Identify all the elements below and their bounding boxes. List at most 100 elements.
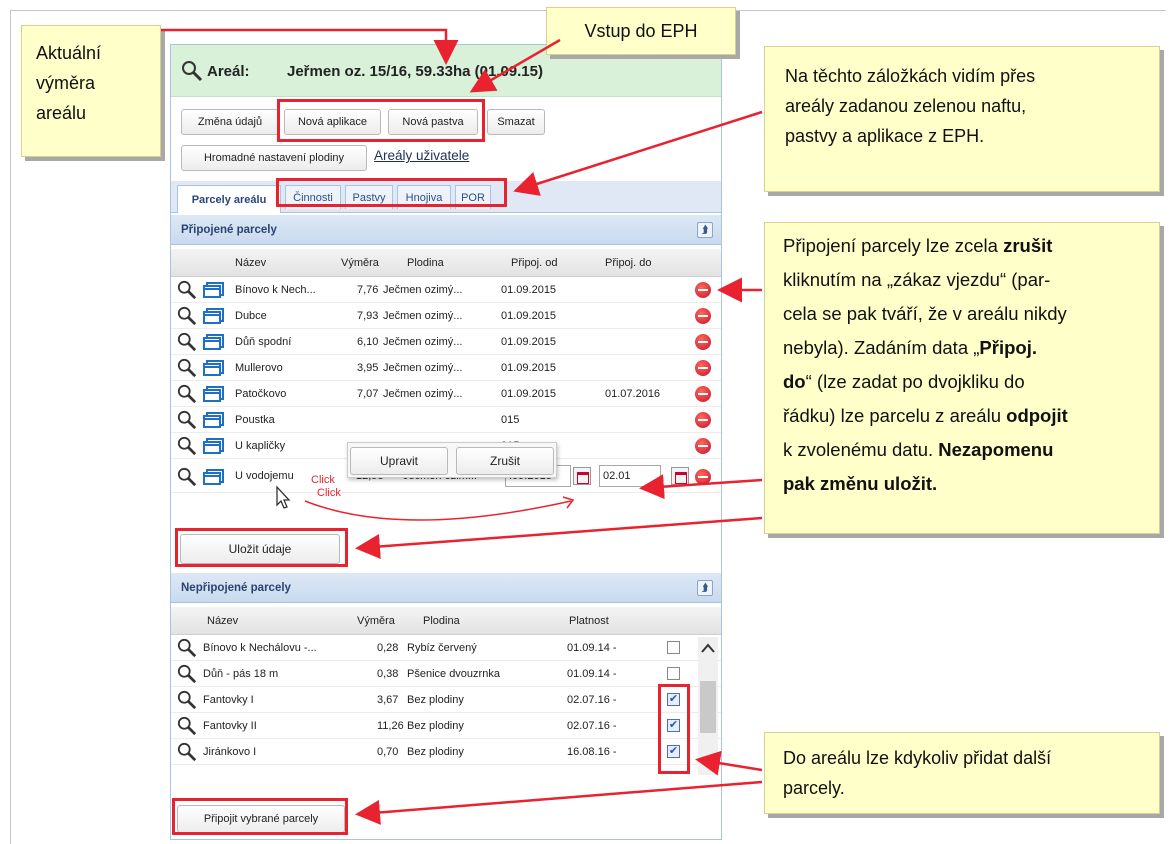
no-entry-icon[interactable] [695, 308, 711, 324]
window-icon[interactable] [203, 282, 225, 298]
select-checkbox[interactable]: ✔ [667, 719, 680, 732]
search-icon[interactable] [177, 332, 197, 352]
table-row[interactable]: Patočkovo 7,07 Ječmen ozimý... 01.09.2015 01… [171, 381, 721, 407]
note-text: k zvolenému datu. [783, 439, 939, 460]
table-row[interactable]: Fantovky II 11,26 Bez plodiny 02.07.16 - ✔ [171, 713, 721, 739]
col-platnost: Platnost [569, 615, 609, 627]
select-checkbox[interactable] [667, 667, 680, 680]
table-row[interactable]: Mullerovo 3,95 Ječmen ozimý... 01.09.2015 [171, 355, 721, 381]
hromadne-nastaveni-button[interactable]: Hromadné nastavení plodiny [181, 145, 367, 171]
note-pripojeni: Připojení parcely lze zcela zrušit klikn… [764, 222, 1160, 534]
row-vymera: 11,26 [377, 720, 404, 732]
ulozit-udaje-button[interactable]: Uložit údaje [180, 534, 340, 564]
search-icon[interactable] [177, 280, 197, 300]
row-vymera: 3,67 [377, 694, 399, 706]
select-checkbox[interactable]: ✔ [667, 693, 680, 706]
nepripojene-title: Nepřipojené parcely [181, 581, 291, 594]
row-nazev: Dubce [235, 310, 267, 322]
search-icon[interactable] [177, 384, 197, 404]
smazat-button[interactable]: Smazat [487, 109, 545, 135]
collapse-icon[interactable]: ⮭ [697, 222, 713, 238]
search-icon[interactable] [177, 410, 197, 430]
window-icon[interactable] [203, 308, 225, 324]
no-entry-icon[interactable] [695, 360, 711, 376]
search-icon[interactable] [177, 690, 197, 710]
search-icon[interactable] [177, 664, 197, 684]
calendar-icon[interactable] [671, 467, 689, 485]
note-text-bold: pak změnu uložit. [783, 473, 938, 494]
pripoj-do-input[interactable]: 02.01 [599, 465, 661, 487]
row-od: 01.09.2015 [501, 336, 557, 348]
row-platnost: 02.07.16 - [567, 720, 617, 732]
row-od: 01.09.2015 [501, 388, 557, 400]
window-icon[interactable] [203, 412, 225, 428]
tab-parcely-arealu[interactable]: Parcely areálu [177, 185, 281, 213]
table-row[interactable]: Bínovo k Nech... 7,76 Ječmen ozimý... 01.09… [171, 277, 721, 303]
scrollbar[interactable] [698, 637, 718, 775]
calendar-icon[interactable] [573, 467, 591, 485]
table-row[interactable]: Fantovky I 3,67 Bez plodiny 02.07.16 - ✔ [171, 687, 721, 713]
window-icon[interactable] [203, 334, 225, 350]
tab-por[interactable]: POR [455, 185, 491, 209]
window-icon[interactable] [203, 469, 225, 485]
search-icon[interactable] [181, 60, 203, 82]
row-nazev: Fantovky II [203, 720, 257, 732]
no-entry-icon[interactable] [695, 386, 711, 402]
note-text-bold: zrušit [1003, 235, 1053, 256]
scrollbar-thumb[interactable] [700, 681, 716, 733]
col-vymera: Výměra [357, 615, 395, 627]
note-line: areály zadanou zelenou naftu, [785, 96, 1027, 116]
search-icon[interactable] [177, 358, 197, 378]
table-row[interactable]: Poustka 015 [171, 407, 721, 433]
no-entry-icon[interactable] [695, 334, 711, 350]
table-row[interactable]: Důň - pás 18 m 0,38 Pšenice dvouzrnka 01.09… [171, 661, 721, 687]
nepripojene-table-header: Název Výměra Plodina Platnost [171, 607, 721, 635]
edit-row-nazev: U vodojemu [235, 470, 294, 482]
areal-value: Jeřmen oz. 15/16, 59.33ha (01.09.15) [287, 63, 543, 80]
arealy-uzivatele-link[interactable]: Areály uživatele [374, 148, 469, 163]
zrusit-button[interactable]: Zrušit [456, 447, 554, 475]
nova-pastva-button[interactable]: Nová pastva [388, 109, 478, 135]
select-checkbox[interactable] [667, 641, 680, 654]
table-row[interactable]: Důň spodní 6,10 Ječmen ozimý... 01.09.2015 [171, 329, 721, 355]
collapse-icon[interactable]: ⮭ [697, 580, 713, 596]
no-entry-icon[interactable] [695, 282, 711, 298]
search-icon[interactable] [177, 716, 197, 736]
table-row[interactable]: Dubce 7,93 Ječmen ozimý... 01.09.2015 [171, 303, 721, 329]
tab-pastvy[interactable]: Pastvy [345, 185, 393, 209]
table-row[interactable]: Jiránkovo I 0,70 Bez plodiny 16.08.16 - ✔ [171, 739, 721, 765]
zmena-udaju-button[interactable]: Změna údajů [181, 109, 279, 135]
window-icon[interactable] [203, 438, 225, 454]
chevron-up-icon[interactable] [701, 643, 715, 653]
no-entry-icon[interactable] [695, 412, 711, 428]
row-plodina: Pšenice dvouzrnka [407, 668, 500, 680]
note-text: Připojení parcely lze zcela [783, 235, 1004, 256]
table-row[interactable]: Bínovo k Nechálovu -... 0,28 Rybíz červený… [171, 635, 721, 661]
pripojit-vybrane-button[interactable]: Připojit vybrané parcely [177, 805, 345, 833]
row-edit-popup: Upravit Zrušit [347, 442, 557, 478]
row-nazev: Patočkovo [235, 388, 287, 400]
tab-cinnosti[interactable]: Činnosti [285, 185, 341, 209]
upravit-button[interactable]: Upravit [350, 447, 448, 475]
search-icon[interactable] [177, 638, 197, 658]
search-icon[interactable] [177, 467, 197, 487]
search-icon[interactable] [177, 742, 197, 762]
select-checkbox[interactable]: ✔ [667, 745, 680, 758]
row-plodina: Ječmen ozimý... [383, 362, 463, 374]
search-icon[interactable] [177, 436, 197, 456]
col-plodina: Plodina [407, 257, 444, 269]
window-icon[interactable] [203, 386, 225, 402]
row-nazev: Mullerovo [235, 362, 283, 374]
tab-hnojiva[interactable]: Hnojiva [397, 185, 451, 209]
note-text-bold: do [783, 371, 806, 392]
window-icon[interactable] [203, 360, 225, 376]
no-entry-icon[interactable] [695, 438, 711, 454]
row-vymera: 7,76 [357, 284, 379, 296]
note-line: řádku) lze parcelu z areálu odpojit [783, 399, 1159, 433]
note-text: nebyla). Zadáním data „ [783, 337, 980, 358]
search-icon[interactable] [177, 306, 197, 326]
row-vymera: 0,38 [377, 668, 399, 680]
no-entry-icon[interactable] [695, 469, 711, 485]
note-line: Aktuální [36, 43, 102, 63]
nova-aplikace-button[interactable]: Nová aplikace [284, 109, 381, 135]
